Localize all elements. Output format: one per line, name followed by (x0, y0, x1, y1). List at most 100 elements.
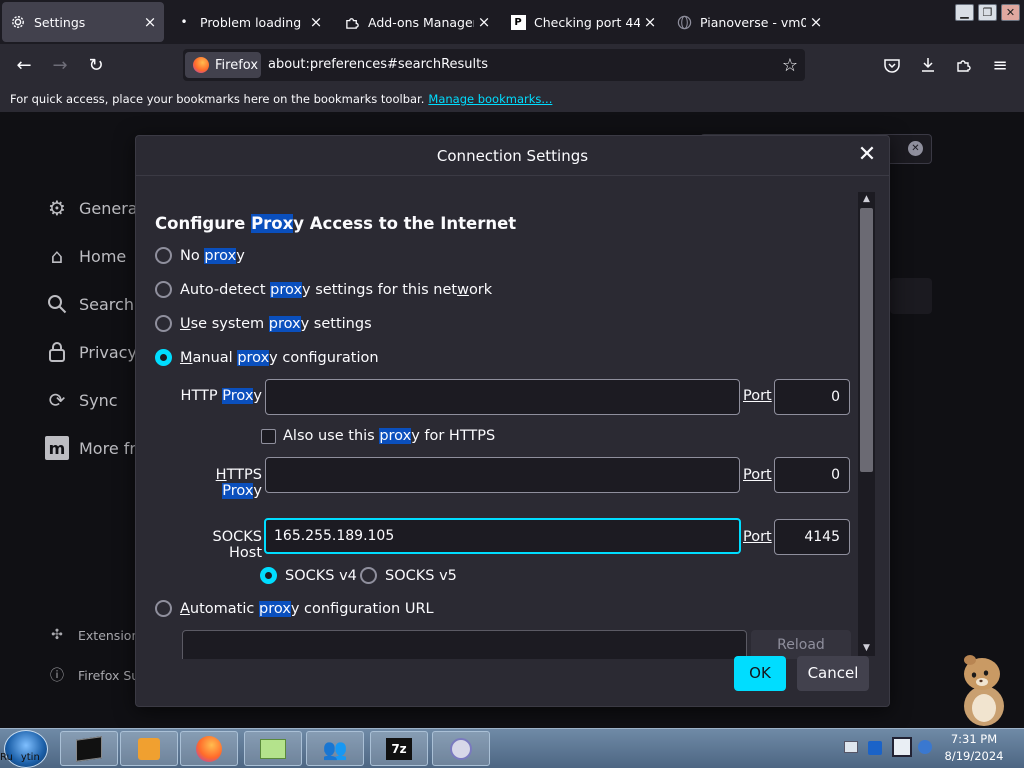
scroll-up-icon[interactable]: ▲ (858, 192, 875, 207)
http-proxy-input[interactable] (265, 379, 740, 415)
heading-text-rest: y Access to the Internet (293, 214, 517, 233)
sync-icon: ⟳ (48, 388, 66, 412)
cancel-button[interactable]: Cancel (797, 656, 869, 691)
tab-problem-loading[interactable]: • Problem loading pag × (168, 2, 330, 42)
tab-checking-port[interactable]: P Checking port 445 o × (502, 2, 664, 42)
close-icon[interactable]: × (140, 13, 160, 31)
taskbar-7zip[interactable]: 7z (370, 731, 428, 766)
sidebar-firefox-support[interactable]: ⓘ Firefox Su (48, 665, 139, 685)
radio-label: Auto-detect proxy settings for this netw… (180, 281, 493, 298)
sidebar-footer-label: Firefox Su (78, 667, 140, 683)
taskbar-media-player[interactable] (120, 731, 178, 766)
taskbar-clock[interactable]: 7:31 PM 8/19/2024 (934, 731, 1014, 765)
manage-bookmarks-link[interactable]: Manage bookmarks... (428, 92, 552, 106)
socks-host-input[interactable]: 165.255.189.105 (264, 518, 741, 554)
radio-button[interactable] (360, 567, 377, 584)
reload-icon[interactable]: ↻ (82, 52, 110, 78)
network-icon[interactable] (868, 741, 882, 755)
back-icon[interactable]: ← (10, 52, 38, 78)
http-port-label: Port (743, 388, 772, 404)
tab-addons-manager[interactable]: Add-ons Manager × (336, 2, 498, 42)
tab-pianoverse[interactable]: Pianoverse - vm0b0f × (668, 2, 830, 42)
close-icon[interactable]: × (640, 13, 660, 31)
pocket-icon[interactable] (878, 52, 906, 78)
tab-label: Settings (34, 14, 86, 30)
radio-auto-proxy-url[interactable]: Automatic proxy configuration URL (155, 600, 434, 617)
sidebar-item-label: Sync (79, 390, 118, 410)
taskbar-firefox[interactable] (180, 731, 238, 766)
socks-host-label: SOCKS Host (212, 529, 262, 561)
radio-manual-proxy[interactable]: Manual proxy configuration (155, 349, 379, 366)
https-port-label: Port (743, 467, 772, 483)
display-icon[interactable] (892, 737, 912, 757)
socks-port-input[interactable]: 4145 (774, 519, 850, 555)
globe-icon (676, 14, 692, 30)
radio-button-selected[interactable] (260, 567, 277, 584)
radio-socks-v4[interactable]: SOCKS v4 (260, 567, 357, 584)
media-center-icon (450, 737, 472, 760)
taskbar-accounts[interactable]: 👥 (306, 731, 364, 766)
ok-button[interactable]: OK (734, 656, 786, 691)
sidebar-item-sync[interactable]: ⟳ Sync (45, 388, 118, 412)
identity-box[interactable]: Firefox (185, 52, 261, 78)
sidebar-item-label: General (79, 198, 143, 218)
url-text[interactable]: about:preferences#searchResults (268, 57, 488, 72)
restore-button[interactable]: ❐ (978, 4, 997, 21)
volume-icon[interactable] (918, 740, 932, 754)
taskbar-terminal[interactable] (60, 731, 118, 766)
forward-icon[interactable]: → (46, 52, 74, 78)
tab-settings[interactable]: Settings × (2, 2, 164, 42)
radio-no-proxy[interactable]: No proxy (155, 247, 245, 264)
connection-settings-dialog: Connection Settings ✕ Configure Proxy Ac… (135, 135, 890, 707)
terminal-icon (76, 735, 102, 762)
radio-label: No proxy (180, 247, 245, 264)
close-icon[interactable]: × (806, 13, 826, 31)
dialog-scrollbar[interactable]: ▲ ▼ (858, 192, 875, 656)
close-icon[interactable]: ✕ (855, 144, 879, 168)
sidebar-extensions-themes[interactable]: ✣ Extension (48, 627, 139, 643)
https-proxy-input[interactable] (265, 457, 740, 493)
http-proxy-label: HTTP Proxy (180, 388, 262, 404)
radio-button[interactable] (155, 315, 172, 332)
also-https-label: Also use this proxy for HTTPS (283, 428, 496, 444)
help-icon: ⓘ (50, 668, 64, 684)
sidebar-item-more-from-mozilla[interactable]: m More fro (45, 436, 145, 460)
bookmarks-bar: For quick access, place your bookmarks h… (0, 86, 1024, 112)
sidebar-item-search[interactable]: Search (45, 292, 134, 316)
auto-proxy-url-input[interactable] (182, 630, 747, 659)
sidebar-item-home[interactable]: ⌂ Home (45, 244, 127, 268)
radio-button[interactable] (155, 600, 172, 617)
radio-auto-detect[interactable]: Auto-detect proxy settings for this netw… (155, 281, 492, 298)
sidebar-item-general[interactable]: ⚙ General (45, 196, 142, 220)
puzzle-icon: ✣ (51, 627, 63, 643)
reload-button[interactable]: Reload (751, 630, 851, 659)
minimize-button[interactable]: ▁ (955, 4, 974, 21)
window-close-button[interactable]: ✕ (1001, 4, 1020, 21)
radio-label: Use system proxy settings (180, 315, 372, 332)
show-hidden-icon[interactable] (844, 741, 858, 753)
radio-socks-v5[interactable]: SOCKS v5 (360, 567, 457, 584)
http-port-input[interactable]: 0 (774, 379, 850, 415)
close-icon[interactable]: × (474, 13, 494, 31)
seven-zip-icon: 7z (386, 737, 412, 760)
tab-label: Add-ons Manager (368, 14, 474, 30)
clear-search-icon[interactable]: ✕ (908, 141, 923, 156)
close-icon[interactable]: × (306, 13, 326, 31)
firefox-logo-icon (196, 735, 222, 762)
scroll-down-icon[interactable]: ▼ (858, 641, 875, 656)
radio-label: SOCKS v5 (385, 567, 457, 584)
radio-system-proxy[interactable]: Use system proxy settings (155, 315, 372, 332)
also-https-checkbox[interactable] (261, 429, 276, 444)
https-port-input[interactable]: 0 (774, 457, 850, 493)
radio-button-selected[interactable] (155, 349, 172, 366)
menu-icon[interactable]: ≡ (986, 52, 1014, 78)
bookmark-star-icon[interactable]: ☆ (776, 52, 804, 78)
download-icon[interactable] (914, 52, 942, 78)
radio-button[interactable] (155, 247, 172, 264)
radio-button[interactable] (155, 281, 172, 298)
scroll-thumb[interactable] (860, 208, 873, 472)
taskbar-sticky-notes[interactable] (244, 731, 302, 766)
taskbar-media-center[interactable] (432, 731, 490, 766)
bookmarks-hint: For quick access, place your bookmarks h… (10, 92, 425, 106)
extensions-icon[interactable] (950, 52, 978, 78)
